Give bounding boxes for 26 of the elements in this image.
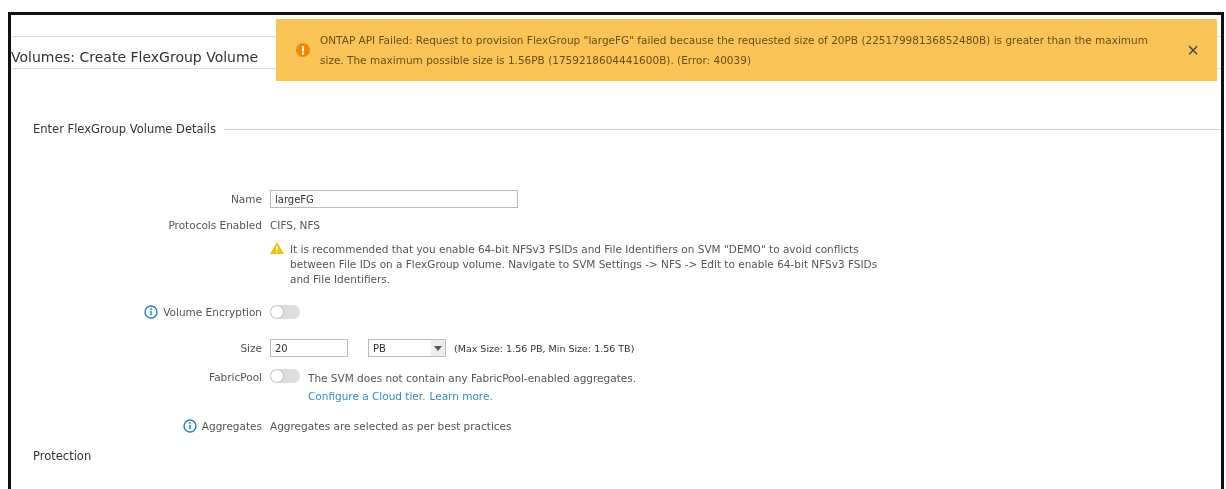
field-label: FabricPool (209, 371, 262, 383)
field-label: Size (240, 342, 262, 354)
size-field[interactable]: 20 (270, 339, 348, 357)
size-hint: (Max Size: 1.56 PB, Min Size: 1.56 TB) (454, 342, 635, 354)
link[interactable]: Learn more. (429, 390, 493, 402)
info-icon (182, 419, 197, 433)
unit-dropdown[interactable]: PB (368, 339, 446, 357)
field-label: Name (231, 193, 262, 205)
name-field[interactable]: largeFG (270, 190, 518, 208)
warning-icon (270, 242, 284, 254)
toggle-switch[interactable] (270, 305, 300, 319)
field-value: CIFS, NFS (270, 219, 320, 231)
toggle-switch[interactable] (270, 369, 300, 383)
caret-icon (434, 345, 442, 351)
fabricpool-message: The SVM does not contain any FabricPool-enabled aggregates. (308, 372, 637, 384)
section-heading: Protection (33, 449, 93, 463)
close-button[interactable]: × (1181, 38, 1205, 62)
link[interactable]: Configure a Cloud tier. (308, 390, 426, 402)
section-legend: Enter FlexGroup Volume Details (33, 122, 216, 136)
field-label: Aggregates (201, 420, 262, 432)
field-label: Protocols Enabled (168, 219, 262, 231)
field-label: Volume Encryption (163, 306, 262, 318)
alert-icon (296, 43, 310, 57)
info-icon (144, 305, 159, 319)
field-value: Aggregates are selected as per best practices (270, 420, 512, 432)
warning-text: It is recommended that you enable 64-bit NFSv3 FSIDs and File Identifiers on SVM "DEMO" to avoid conflicts between File IDs on a FlexGroup volume. Navigate to SVM Settings -> NFS -> Edit to enable 64-bit NFSv3 FSIDs and File Identifiers. (290, 242, 879, 287)
